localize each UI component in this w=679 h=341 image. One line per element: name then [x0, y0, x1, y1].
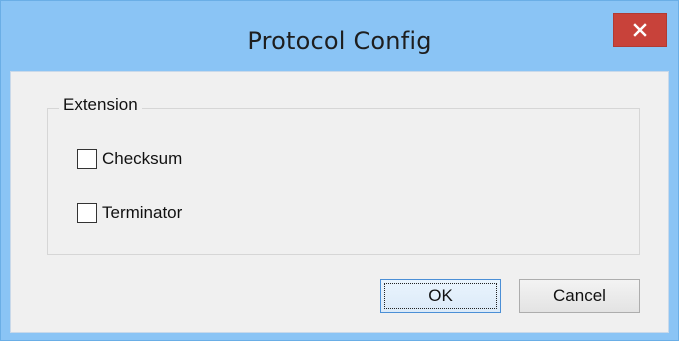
close-icon	[633, 23, 647, 37]
cancel-button-label: Cancel	[553, 286, 606, 305]
checkbox-label-checksum: Checksum	[102, 149, 183, 168]
close-button[interactable]	[613, 13, 667, 47]
groupbox-legend: Extension	[59, 95, 142, 115]
focus-ring	[384, 283, 497, 309]
cancel-button[interactable]: Cancel	[519, 279, 640, 313]
checksum-checkbox[interactable]: Checksum	[77, 149, 182, 169]
checkbox-label-terminator: Terminator	[102, 203, 183, 222]
ok-button[interactable]: OK	[380, 279, 501, 313]
dialog-body: Extension Checksum Terminator OK Cancel	[10, 71, 669, 333]
checkbox-box-terminator[interactable]	[77, 203, 97, 223]
checkbox-box-checksum[interactable]	[77, 149, 97, 169]
terminator-checkbox[interactable]: Terminator	[77, 203, 182, 223]
dialog-window: Protocol Config Extension Checksum Termi…	[0, 0, 679, 341]
window-title: Protocol Config	[247, 27, 432, 55]
extension-groupbox	[47, 108, 640, 255]
